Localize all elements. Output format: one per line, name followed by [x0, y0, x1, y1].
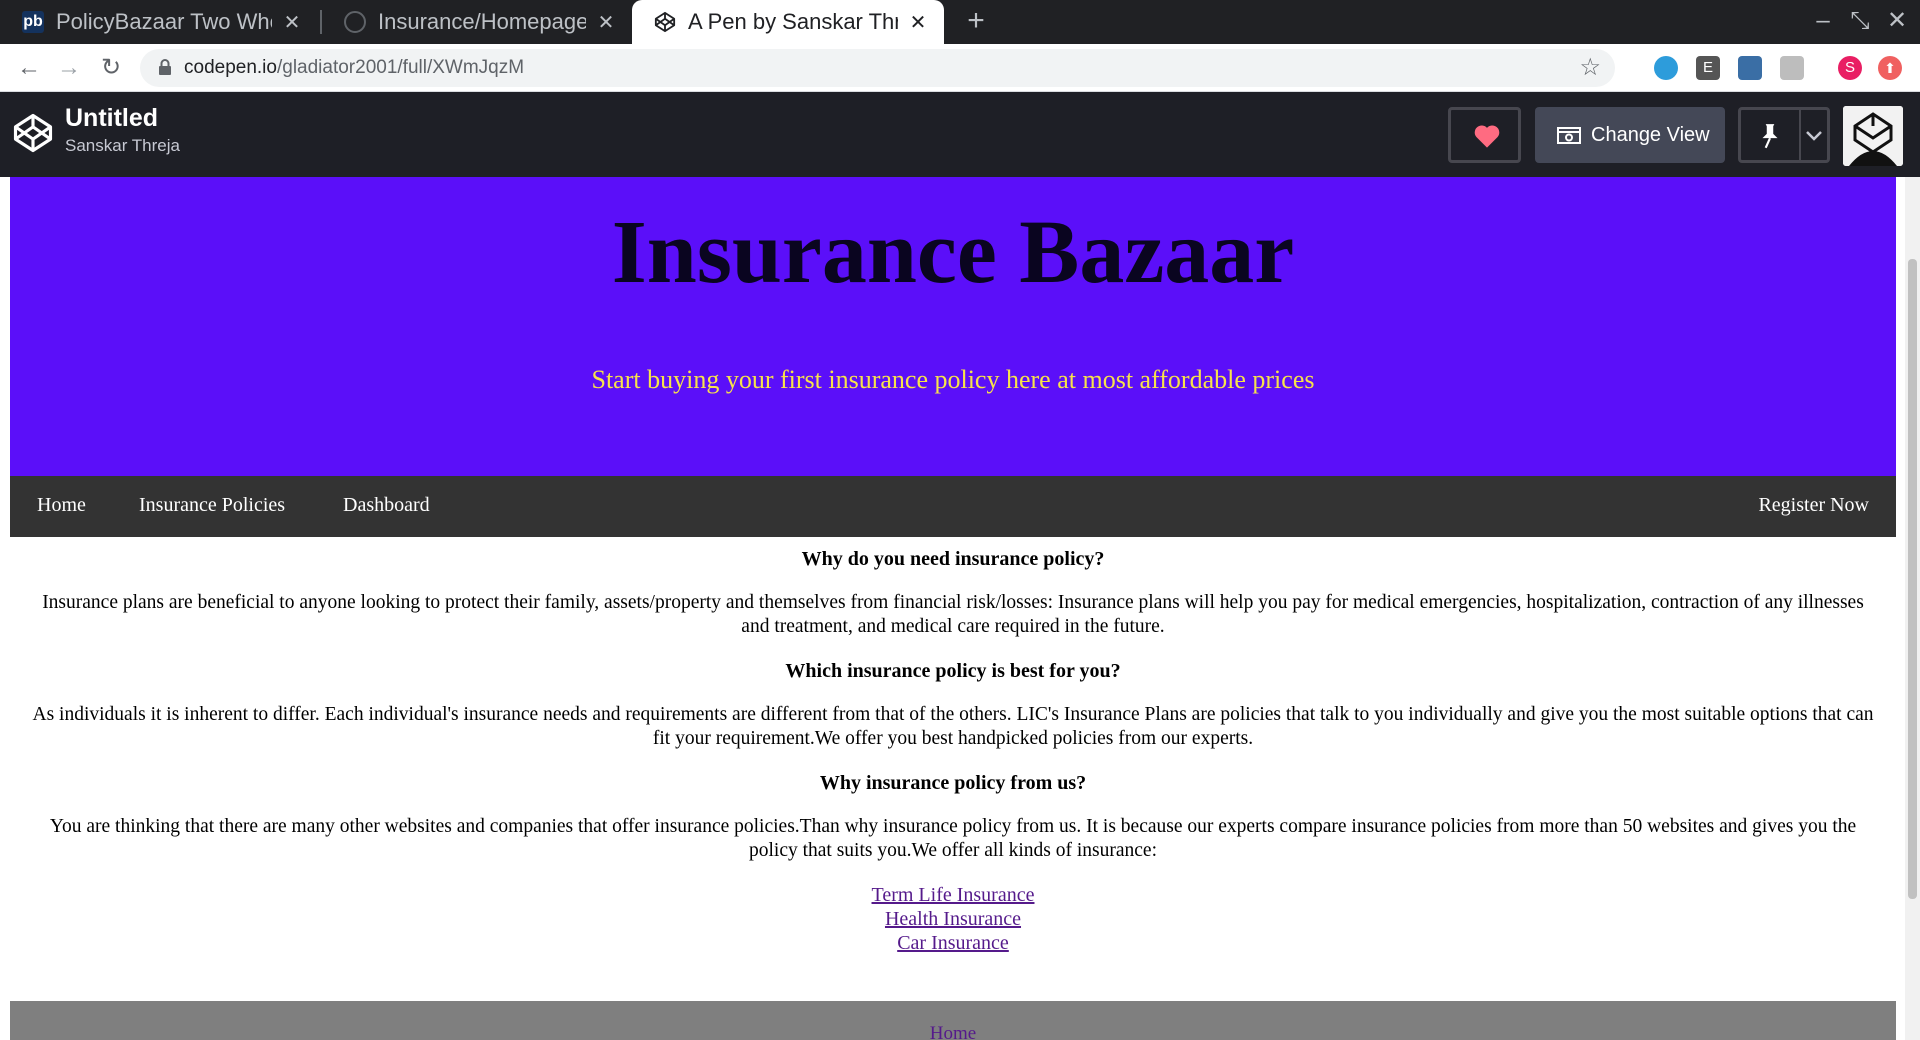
restore-icon[interactable]: ⤡: [1845, 6, 1875, 36]
scrollbar-thumb[interactable]: [1908, 259, 1917, 899]
browser-tab-codepen[interactable]: A Pen by Sanskar Threja ✕: [632, 0, 944, 44]
close-tab-icon[interactable]: ✕: [596, 10, 616, 35]
link-term-life-insurance[interactable]: Term Life Insurance: [30, 883, 1876, 907]
hero-banner: Insurance Bazaar Start buying your first…: [10, 177, 1896, 476]
footer-link-home[interactable]: Home: [10, 1023, 1896, 1040]
forward-arrow-icon[interactable]: →: [54, 53, 84, 83]
tab-title: Insurance/Homepage at: [378, 9, 586, 34]
url-host: codepen.io: [184, 57, 277, 78]
site-footer: Home: [10, 1001, 1896, 1040]
change-view-button[interactable]: Change View: [1535, 107, 1725, 163]
pen-title[interactable]: Untitled: [65, 104, 158, 133]
chevron-down-icon[interactable]: [1805, 130, 1823, 142]
change-view-label: Change View: [1591, 123, 1710, 146]
browser-toolbar: ← → ↻ codepen.io/gladiator2001/full/XWmJ…: [0, 44, 1920, 92]
browser-tab-strip: pb PolicyBazaar Two Wheel ✕ Insurance/Ho…: [0, 0, 1920, 44]
github-icon: [344, 11, 366, 33]
section-heading: Why insurance policy from us?: [819, 772, 1087, 794]
insurance-links: Term Life Insurance Health Insurance Car…: [30, 883, 1876, 955]
section-heading: Why do you need insurance policy?: [801, 548, 1105, 570]
policybazaar-favicon-icon: pb: [22, 11, 44, 33]
codepen-logo-icon[interactable]: [12, 112, 54, 154]
pen-author[interactable]: Sanskar Threja: [65, 136, 180, 156]
nav-dashboard[interactable]: Dashboard: [343, 494, 430, 517]
extension-icon[interactable]: E: [1696, 56, 1720, 80]
url-path: /gladiator2001/full/XWmJqzM: [276, 57, 525, 78]
nav-register-now[interactable]: Register Now: [1758, 494, 1869, 517]
link-health-insurance[interactable]: Health Insurance: [30, 907, 1876, 931]
bookmark-star-icon[interactable]: ☆: [1579, 53, 1601, 82]
extension-icon[interactable]: [1780, 56, 1804, 80]
reload-icon[interactable]: ↻: [96, 53, 126, 83]
tab-title: PolicyBazaar Two Wheel: [56, 9, 272, 34]
minimize-icon[interactable]: –: [1808, 6, 1838, 36]
site-title: Insurance Bazaar: [611, 203, 1295, 302]
page-scrollbar[interactable]: [1905, 177, 1920, 1040]
page-viewport: Insurance Bazaar Start buying your first…: [0, 177, 1920, 1040]
view-icon: [1557, 127, 1581, 144]
profile-avatar-icon[interactable]: S: [1838, 56, 1862, 80]
back-arrow-icon[interactable]: ←: [14, 53, 44, 83]
close-tab-icon[interactable]: ✕: [282, 10, 302, 35]
pin-icon: [1762, 124, 1778, 149]
nav-insurance-policies[interactable]: Insurance Policies: [139, 494, 285, 517]
close-tab-icon[interactable]: ✕: [908, 10, 928, 35]
url-text: codepen.io/gladiator2001/full/XWmJqzM: [184, 57, 524, 79]
heart-icon: [1474, 125, 1500, 148]
section-text: Insurance plans are beneficial to anyone…: [42, 592, 1864, 637]
codepen-favicon-icon: [654, 11, 676, 33]
avatar-image: [1843, 106, 1903, 166]
update-icon[interactable]: ⬆: [1878, 56, 1902, 80]
section-text: As individuals it is inherent to differ.…: [32, 704, 1874, 749]
link-car-insurance[interactable]: Car Insurance: [30, 931, 1876, 955]
pin-button[interactable]: [1738, 107, 1830, 163]
address-bar[interactable]: codepen.io/gladiator2001/full/XWmJqzM ☆: [140, 49, 1615, 87]
tab-title: A Pen by Sanskar Threja: [688, 9, 898, 34]
section-text: You are thinking that there are many oth…: [49, 816, 1857, 861]
browser-tab-github[interactable]: Insurance/Homepage at ✕: [322, 0, 632, 44]
section-heading: Which insurance policy is best for you?: [785, 660, 1121, 682]
user-avatar[interactable]: [1843, 106, 1903, 166]
extension-icon[interactable]: [1738, 56, 1762, 80]
pin-divider: [1799, 110, 1801, 160]
extension-icon[interactable]: [1654, 56, 1678, 80]
new-tab-icon[interactable]: +: [960, 6, 992, 38]
close-window-icon[interactable]: ✕: [1882, 6, 1912, 36]
codepen-header: Untitled Sanskar Threja Change View: [0, 92, 1920, 177]
site-navbar: Home Insurance Policies Dashboard Regist…: [10, 476, 1896, 537]
main-content: Why do you need insurance policy? Insura…: [30, 547, 1876, 955]
like-button[interactable]: [1448, 107, 1521, 163]
browser-tab-policybazaar[interactable]: pb PolicyBazaar Two Wheel ✕: [0, 0, 318, 44]
lock-icon: [159, 59, 171, 75]
nav-home[interactable]: Home: [37, 494, 86, 517]
site-tagline: Start buying your first insurance policy…: [591, 365, 1315, 394]
